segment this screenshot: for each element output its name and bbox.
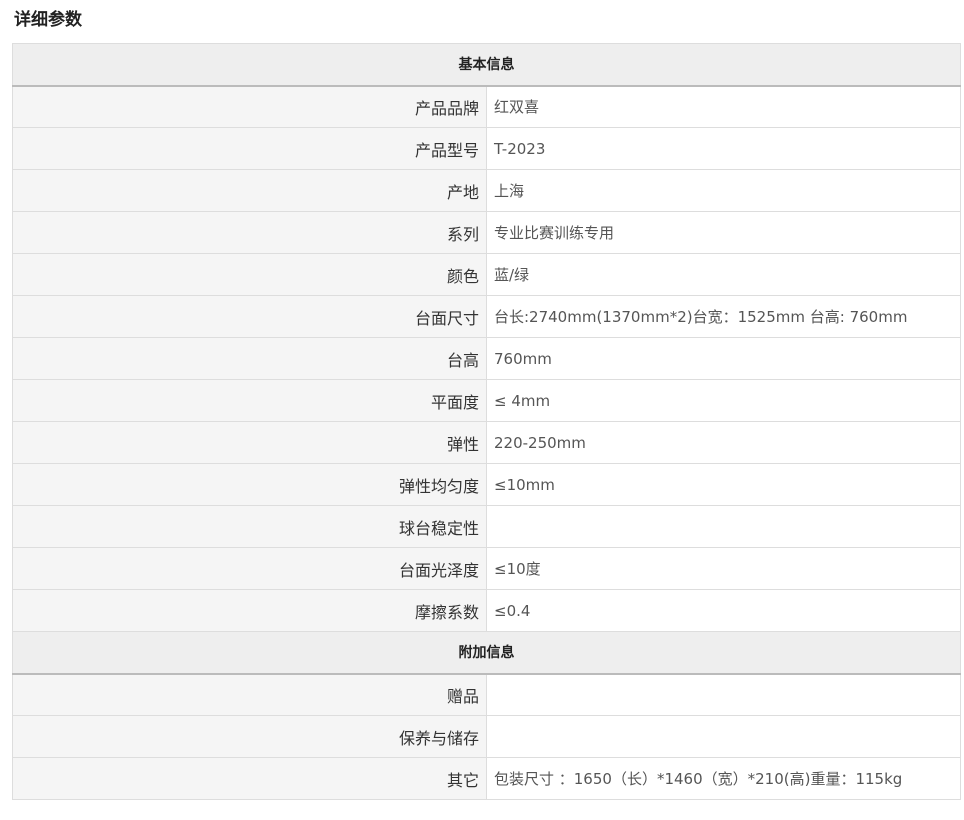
row-value [486, 505, 961, 548]
table-row: 台面光泽度 ≤10度 [12, 547, 961, 590]
row-value: 专业比赛训练专用 [486, 211, 961, 254]
section-header-extra: 附加信息 [12, 631, 961, 675]
row-label: 台高 [12, 337, 487, 380]
row-label: 球台稳定性 [12, 505, 487, 548]
row-label: 颜色 [12, 253, 487, 296]
row-label: 系列 [12, 211, 487, 254]
section-header-basic: 基本信息 [12, 43, 961, 87]
row-label: 弹性均匀度 [12, 463, 487, 506]
table-row: 平面度 ≤ 4mm [12, 379, 961, 422]
table-row: 产品型号 T-2023 [12, 127, 961, 170]
table-row: 系列 专业比赛训练专用 [12, 211, 961, 254]
table-row: 弹性 220-250mm [12, 421, 961, 464]
row-value: ≤ 4mm [486, 379, 961, 422]
table-row: 产地 上海 [12, 169, 961, 212]
row-value [486, 673, 961, 716]
row-label: 台面光泽度 [12, 547, 487, 590]
section-title: 基本信息 [12, 43, 961, 87]
row-label: 产地 [12, 169, 487, 212]
table-row: 保养与储存 [12, 715, 961, 758]
row-value: 包装尺寸 ：1650（长）*1460（宽）*210(高)重量：115kg [486, 757, 961, 800]
table-row: 台面尺寸 台长:2740mm(1370mm*2)台宽：1525mm 台高: 76… [12, 295, 961, 338]
row-value: ≤10度 [486, 547, 961, 590]
row-label: 平面度 [12, 379, 487, 422]
table-row: 摩擦系数 ≤0.4 [12, 589, 961, 632]
row-value: T-2023 [486, 127, 961, 170]
row-label: 弹性 [12, 421, 487, 464]
table-row: 颜色 蓝/绿 [12, 253, 961, 296]
row-value: 红双喜 [486, 85, 961, 128]
section-title: 附加信息 [12, 631, 961, 675]
row-label: 赠品 [12, 673, 487, 716]
row-value: 220-250mm [486, 421, 961, 464]
page-title: 详细参数 [14, 10, 82, 30]
row-value: 上海 [486, 169, 961, 212]
row-value: ≤0.4 [486, 589, 961, 632]
row-label: 其它 [12, 757, 487, 800]
row-label: 摩擦系数 [12, 589, 487, 632]
table-row: 台高 760mm [12, 337, 961, 380]
row-label: 产品型号 [12, 127, 487, 170]
row-value: 台长:2740mm(1370mm*2)台宽：1525mm 台高: 760mm [486, 295, 961, 338]
spec-table: 基本信息 产品品牌 红双喜 产品型号 T-2023 产地 上海 系列 专业比赛训… [12, 43, 961, 800]
row-value: 760mm [486, 337, 961, 380]
row-label: 产品品牌 [12, 85, 487, 128]
table-row: 弹性均匀度 ≤10mm [12, 463, 961, 506]
table-row: 其它 包装尺寸 ：1650（长）*1460（宽）*210(高)重量：115kg [12, 757, 961, 800]
table-row: 球台稳定性 [12, 505, 961, 548]
table-row: 产品品牌 红双喜 [12, 85, 961, 128]
row-value [486, 715, 961, 758]
table-row: 赠品 [12, 673, 961, 716]
row-value: ≤10mm [486, 463, 961, 506]
row-label: 保养与储存 [12, 715, 487, 758]
row-label: 台面尺寸 [12, 295, 487, 338]
row-value: 蓝/绿 [486, 253, 961, 296]
